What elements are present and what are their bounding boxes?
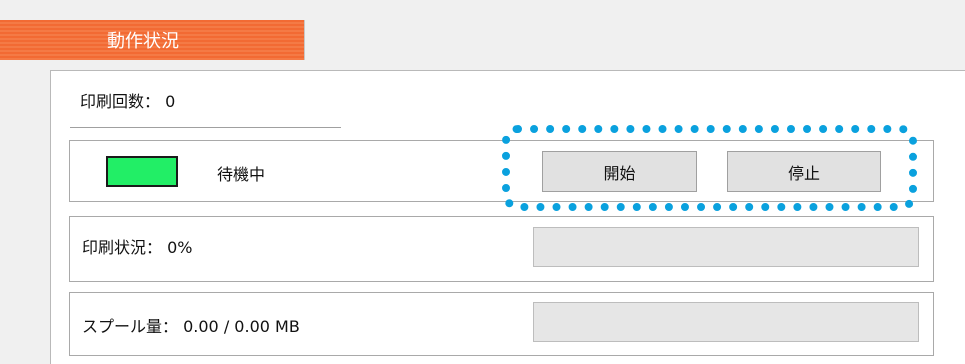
print-count-value: 0 xyxy=(165,92,176,111)
section-tab: 動作状況 xyxy=(0,20,305,60)
print-progress-value: 0% xyxy=(167,238,193,257)
section-title: 動作状況 xyxy=(107,31,179,52)
status-text: 待機中 xyxy=(217,165,266,184)
stop-button[interactable]: 停止 xyxy=(727,151,881,192)
print-count: 印刷回数： 0 xyxy=(80,88,175,112)
print-progress: 印刷状況： 0% xyxy=(82,234,193,258)
spool-progress-bar xyxy=(533,302,919,342)
spool-amount-label: スプール量： xyxy=(82,317,179,336)
status-indicator xyxy=(106,156,178,187)
spool-amount: スプール量： 0.00 / 0.00 MB xyxy=(82,313,300,337)
print-progress-label: 印刷状況： xyxy=(82,238,163,257)
spool-amount-value: 0.00 / 0.00 MB xyxy=(183,317,300,336)
start-button[interactable]: 開始 xyxy=(542,151,697,192)
print-count-label: 印刷回数： xyxy=(80,92,161,111)
print-progress-bar xyxy=(533,227,919,267)
divider xyxy=(70,127,341,128)
